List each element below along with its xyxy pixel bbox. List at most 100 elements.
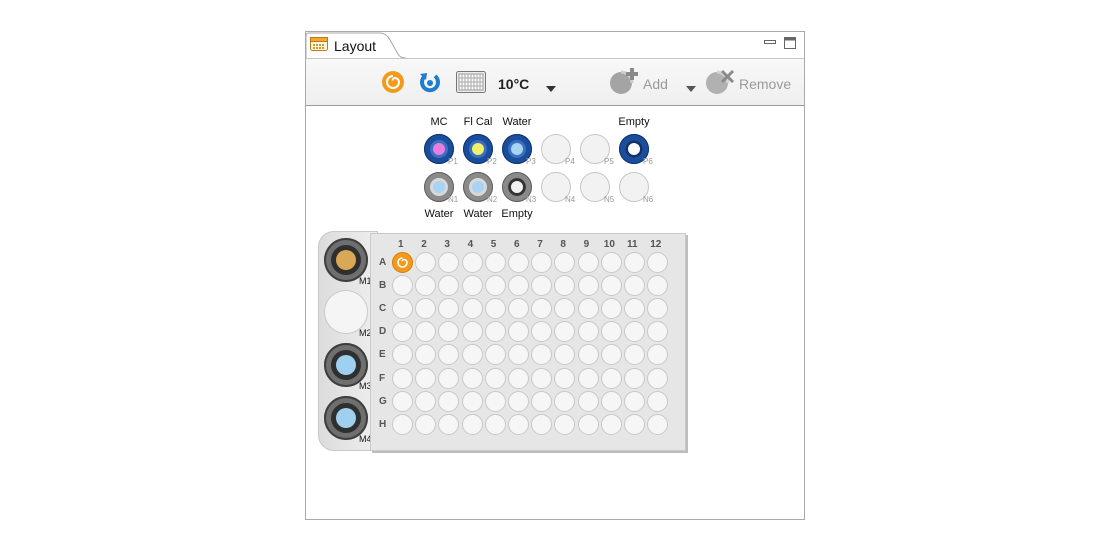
plate-well[interactable]	[624, 413, 645, 435]
plate-well[interactable]	[647, 252, 669, 273]
plate-well[interactable]	[554, 390, 576, 412]
plate-well[interactable]	[554, 344, 576, 366]
plate-well[interactable]	[484, 321, 506, 343]
temperature-dropdown-icon[interactable]	[546, 79, 556, 97]
plate-well[interactable]	[508, 367, 529, 389]
plate-well[interactable]	[577, 390, 599, 412]
plate-well[interactable]	[531, 390, 553, 412]
plate-well-marked[interactable]	[392, 252, 413, 273]
plate-well[interactable]	[600, 367, 622, 389]
plate-well[interactable]	[461, 367, 483, 389]
plate-well[interactable]	[461, 321, 483, 343]
plate-well[interactable]	[600, 413, 622, 435]
plate-well[interactable]	[484, 298, 506, 320]
add-label[interactable]: Add	[643, 76, 668, 92]
plate-well[interactable]	[624, 321, 645, 343]
plate-well[interactable]	[508, 252, 529, 273]
plate-well[interactable]	[624, 252, 645, 273]
plate-well[interactable]	[508, 390, 529, 412]
refresh-blue-icon[interactable]	[417, 69, 443, 100]
minimize-icon[interactable]	[763, 36, 777, 54]
plate-well[interactable]	[438, 298, 460, 320]
plate-well[interactable]	[508, 321, 529, 343]
plate-well[interactable]	[531, 298, 553, 320]
temperature-value[interactable]: 10°C	[498, 76, 529, 92]
plate-well[interactable]	[438, 367, 460, 389]
plate-well[interactable]	[415, 413, 437, 435]
tab-layout[interactable]: Layout	[306, 32, 406, 59]
plate-well[interactable]	[531, 252, 553, 273]
plate-well[interactable]	[647, 344, 669, 366]
plate-well[interactable]	[461, 390, 483, 412]
plate-well[interactable]	[392, 275, 413, 297]
plate-well[interactable]	[508, 275, 529, 297]
plate-well[interactable]	[554, 413, 576, 435]
plate-well[interactable]	[461, 298, 483, 320]
plate-well[interactable]	[577, 275, 599, 297]
plate-well[interactable]	[624, 344, 645, 366]
plate-well[interactable]	[600, 275, 622, 297]
plate-well[interactable]	[438, 321, 460, 343]
plate-well[interactable]	[461, 252, 483, 273]
plate-well[interactable]	[392, 413, 413, 435]
plate-well[interactable]	[508, 413, 529, 435]
plate-well[interactable]	[438, 390, 460, 412]
plate-well[interactable]	[600, 344, 622, 366]
plate-well[interactable]	[577, 298, 599, 320]
plate-well[interactable]	[484, 413, 506, 435]
maximize-icon[interactable]	[783, 36, 797, 55]
plate-well[interactable]	[647, 275, 669, 297]
plate-well[interactable]	[484, 367, 506, 389]
plate-well[interactable]	[415, 275, 437, 297]
plate-view-icon[interactable]	[456, 71, 486, 98]
plate-well[interactable]	[392, 390, 413, 412]
plate-well[interactable]	[484, 275, 506, 297]
plate-well[interactable]	[624, 390, 645, 412]
plate-well[interactable]	[600, 252, 622, 273]
plate-well[interactable]	[624, 298, 645, 320]
plate-well[interactable]	[531, 275, 553, 297]
plate-well[interactable]	[438, 275, 460, 297]
plate-well[interactable]	[577, 413, 599, 435]
plate-well[interactable]	[415, 344, 437, 366]
plate-well[interactable]	[461, 344, 483, 366]
plate-well[interactable]	[554, 367, 576, 389]
remove-label[interactable]: Remove	[739, 76, 791, 92]
remove-icon[interactable]	[705, 68, 735, 101]
plate-well[interactable]	[392, 344, 413, 366]
plate-well[interactable]	[554, 252, 576, 273]
spiral-orange-icon[interactable]	[380, 69, 406, 100]
plate-well[interactable]	[624, 275, 645, 297]
plate-well[interactable]	[554, 321, 576, 343]
plate-well[interactable]	[392, 298, 413, 320]
plate-well[interactable]	[461, 275, 483, 297]
plate-well[interactable]	[438, 413, 460, 435]
plate-well[interactable]	[600, 298, 622, 320]
plate-well[interactable]	[531, 367, 553, 389]
plate-well[interactable]	[577, 367, 599, 389]
plate-well[interactable]	[531, 321, 553, 343]
plate-well[interactable]	[577, 344, 599, 366]
plate-well[interactable]	[484, 344, 506, 366]
plate-well[interactable]	[647, 367, 669, 389]
plate-well[interactable]	[554, 275, 576, 297]
plate-well[interactable]	[624, 367, 645, 389]
plate-well[interactable]	[415, 298, 437, 320]
plate-well[interactable]	[647, 298, 669, 320]
plate-well[interactable]	[600, 321, 622, 343]
plate-well[interactable]	[647, 390, 669, 412]
plate-well[interactable]	[600, 390, 622, 412]
plate-well[interactable]	[392, 367, 413, 389]
plate-well[interactable]	[647, 413, 669, 435]
plate-well[interactable]	[577, 321, 599, 343]
plate-well[interactable]	[461, 413, 483, 435]
add-dropdown-icon[interactable]	[686, 79, 696, 97]
plate-well[interactable]	[415, 390, 437, 412]
plate-well[interactable]	[647, 321, 669, 343]
add-icon[interactable]	[609, 68, 639, 101]
plate-well[interactable]	[554, 298, 576, 320]
plate-well[interactable]	[438, 344, 460, 366]
plate-well[interactable]	[531, 344, 553, 366]
plate-well[interactable]	[415, 321, 437, 343]
plate-well[interactable]	[484, 252, 506, 273]
